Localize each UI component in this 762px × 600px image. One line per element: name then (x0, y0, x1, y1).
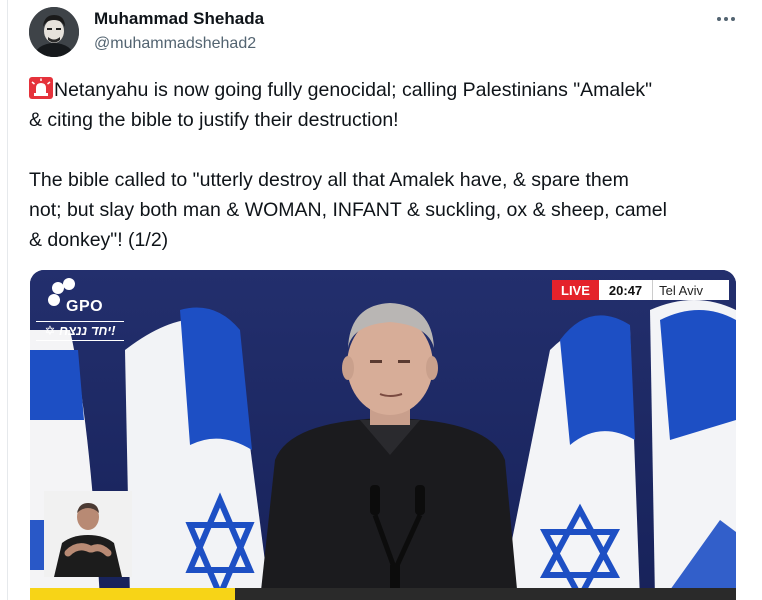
more-options-button[interactable] (713, 8, 739, 30)
author-handle[interactable]: @muhammadshehad2 (94, 35, 256, 53)
rotating-light-icon (29, 77, 53, 99)
tweet-line-1: Netanyahu is now going fully genocidal; … (54, 79, 653, 101)
tweet-text: Netanyahu is now going fully genocidal; … (29, 75, 754, 255)
hebrew-banner: ✡ יחד ננצח! (36, 321, 124, 341)
video-progress-bar[interactable] (30, 588, 736, 600)
broadcast-location: Tel Aviv (652, 280, 729, 300)
avatar-image (29, 7, 79, 57)
tweet-line: Netanyahu is now going fully genocidal; … (29, 75, 754, 105)
tweet-line-2: & citing the bible to justify their dest… (29, 109, 399, 131)
avatar[interactable] (29, 7, 79, 57)
tweet-video[interactable]: GPO ✡ יחד ננצח! LIVE 20:47 Tel Aviv (30, 270, 736, 600)
tweet-line-4: not; but slay both man & WOMAN, INFANT &… (29, 199, 667, 221)
tweet-line-3: The bible called to "utterly destroy all… (29, 169, 629, 191)
timeline-border (7, 0, 8, 600)
video-progress-fill (30, 588, 235, 600)
broadcaster-logo: GPO (66, 298, 104, 315)
interpreter-image (44, 491, 132, 577)
author-display-name[interactable]: Muhammad Shehada (94, 9, 264, 29)
broadcast-time: 20:47 (598, 280, 653, 300)
tweet-line-5: & donkey"! (1/2) (29, 229, 169, 251)
sign-language-interpreter (44, 491, 132, 577)
live-indicator: LIVE 20:47 Tel Aviv (552, 280, 729, 300)
live-badge: LIVE (552, 280, 599, 300)
more-horizontal-icon (717, 17, 735, 21)
video-frame (30, 270, 736, 600)
